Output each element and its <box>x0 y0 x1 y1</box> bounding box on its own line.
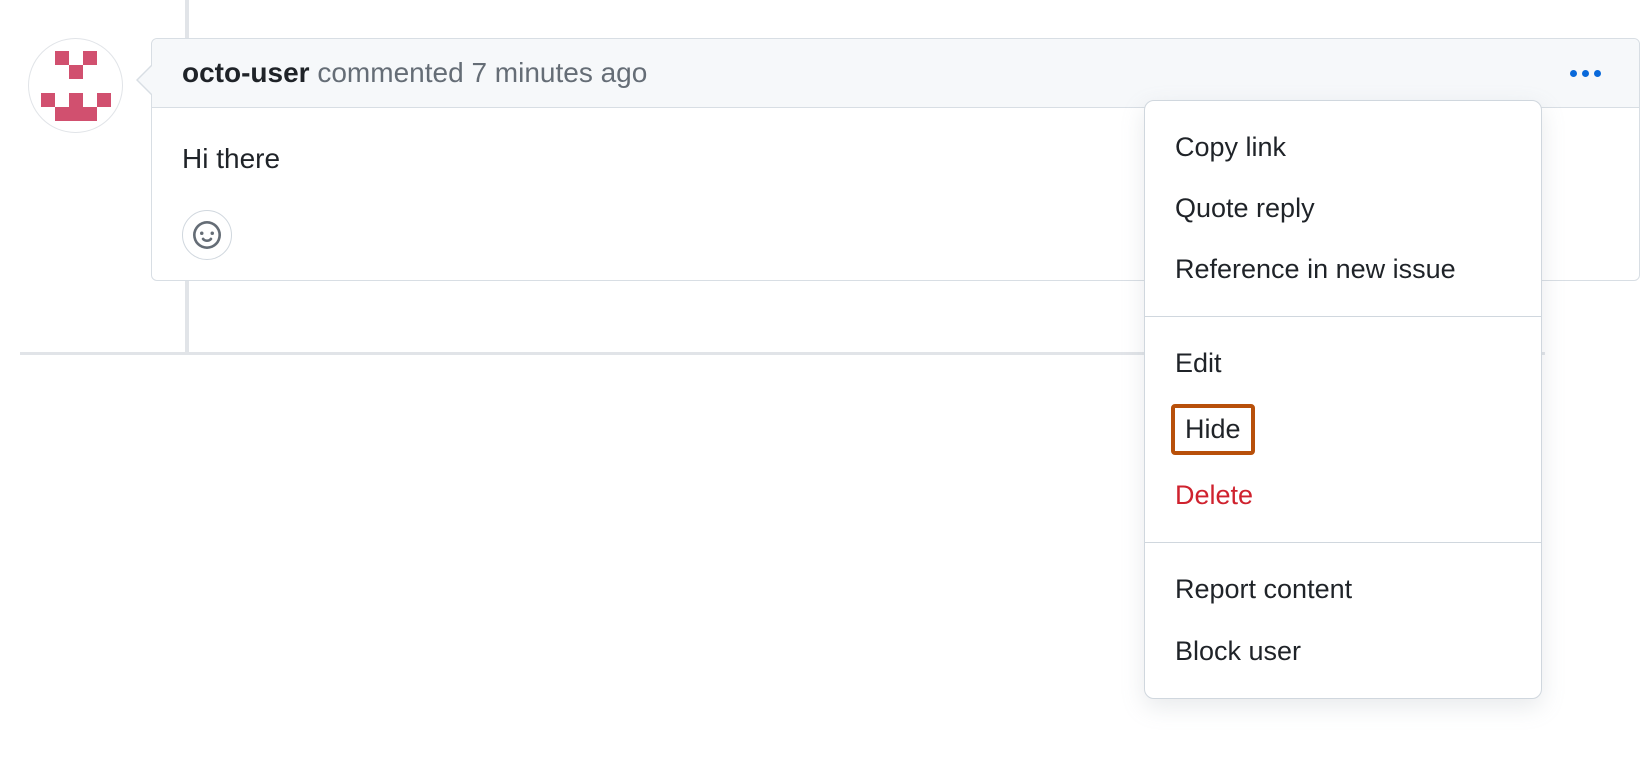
menu-item-report-content[interactable]: Report content <box>1145 559 1541 620</box>
comment-action: commented <box>317 57 463 88</box>
add-reaction-button[interactable] <box>182 210 232 260</box>
comment-timestamp[interactable]: 7 minutes ago <box>471 57 647 88</box>
highlight-outline: Hide <box>1171 404 1255 455</box>
avatar-identicon <box>41 51 111 121</box>
menu-item-edit[interactable]: Edit <box>1145 333 1541 394</box>
avatar[interactable] <box>28 38 123 133</box>
menu-item-quote-reply[interactable]: Quote reply <box>1145 178 1541 239</box>
menu-item-reference-issue[interactable]: Reference in new issue <box>1145 239 1541 300</box>
menu-item-hide[interactable]: Hide <box>1185 414 1241 444</box>
menu-item-delete[interactable]: Delete <box>1145 465 1541 526</box>
kebab-dot-icon <box>1594 70 1601 77</box>
comment-header: octo-user commented 7 minutes ago <box>152 39 1639 108</box>
comment-author[interactable]: octo-user <box>182 57 310 88</box>
kebab-dot-icon <box>1570 70 1577 77</box>
kebab-menu-button[interactable] <box>1562 62 1609 85</box>
comment-actions-dropdown: Copy link Quote reply Reference in new i… <box>1144 100 1542 699</box>
menu-item-block-user[interactable]: Block user <box>1145 621 1541 682</box>
smiley-icon <box>193 221 221 249</box>
comment-header-text: octo-user commented 7 minutes ago <box>182 57 647 89</box>
kebab-dot-icon <box>1582 70 1589 77</box>
menu-item-copy-link[interactable]: Copy link <box>1145 117 1541 178</box>
